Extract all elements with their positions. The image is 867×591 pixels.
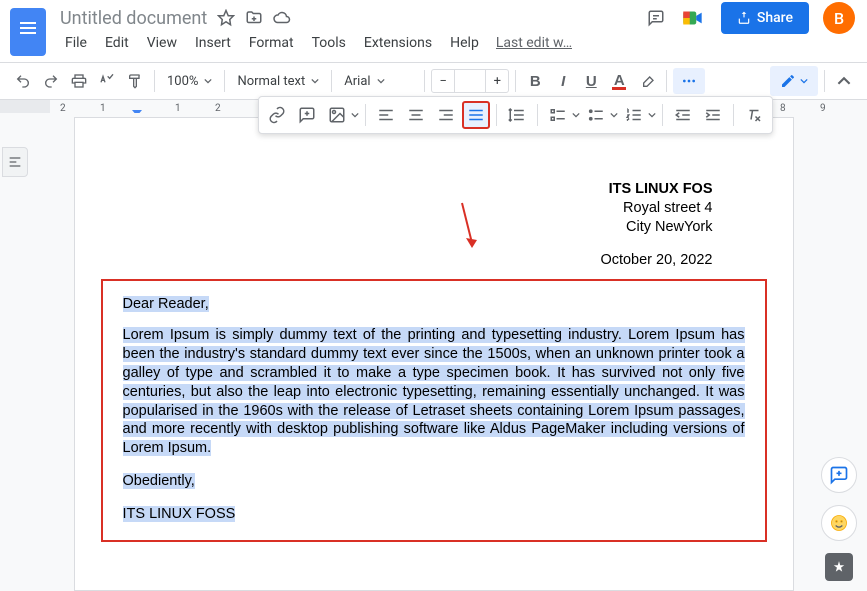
primary-toolbar: 100% Normal text Arial − + B I U A [0,62,867,100]
align-right-button[interactable] [432,101,460,129]
avatar[interactable]: B [823,2,855,34]
zoom-value: 100% [167,74,198,89]
document-page[interactable]: ITS LINUX FOS Royal street 4 City NewYor… [74,117,794,591]
zoom-dropdown[interactable]: 100% [161,68,218,94]
title-bar: Untitled document Share B [0,0,867,30]
align-left-button[interactable] [372,101,400,129]
outline-toggle[interactable] [2,147,28,177]
clear-formatting-button[interactable] [740,101,768,129]
menu-help[interactable]: Help [443,33,486,53]
canvas: ITS LINUX FOS Royal street 4 City NewYor… [0,113,867,591]
font-size-input[interactable] [454,69,486,93]
paint-format-button[interactable] [122,68,148,94]
menu-edit[interactable]: Edit [98,33,136,53]
comment-history-icon[interactable] [647,9,665,27]
redo-button[interactable] [38,68,64,94]
undo-button[interactable] [10,68,36,94]
increase-indent-button[interactable] [699,101,727,129]
floating-toolbar [258,96,773,134]
style-value: Normal text [237,74,305,89]
add-comment-side-button[interactable] [821,457,857,493]
font-size-group: − + [431,69,509,93]
print-button[interactable] [66,68,92,94]
signature: ITS LINUX FOSS [123,506,236,522]
share-button[interactable]: Share [721,2,809,34]
share-label: Share [757,10,793,26]
street: Royal street 4 [155,199,713,218]
date: October 20, 2022 [155,251,713,270]
menu-tools[interactable]: Tools [305,33,353,53]
decrease-indent-button[interactable] [669,101,697,129]
underline-button[interactable]: U [578,68,604,94]
font-dropdown[interactable]: Arial [338,68,418,94]
bullet-list-button[interactable] [582,101,618,129]
align-justify-button[interactable] [462,101,490,129]
hide-menus-button[interactable] [831,68,857,94]
meet-icon[interactable] [679,4,707,32]
font-size-increase[interactable]: + [486,69,508,93]
company-name: ITS LINUX FOS [155,180,713,199]
font-size-decrease[interactable]: − [432,69,454,93]
document-title[interactable]: Untitled document [60,8,207,29]
menu-file[interactable]: File [58,33,94,53]
align-center-button[interactable] [402,101,430,129]
add-comment-button[interactable] [293,101,321,129]
font-value: Arial [344,74,370,89]
city: City NewYork [155,218,713,237]
star-icon[interactable] [217,9,235,27]
greeting: Dear Reader, [123,296,209,312]
highlight-button[interactable] [634,68,660,94]
annotation-box: Dear Reader, Lorem Ipsum is simply dummy… [101,279,767,541]
explore-button[interactable] [825,553,853,581]
menu-insert[interactable]: Insert [188,33,238,53]
menu-view[interactable]: View [140,33,184,53]
numbered-list-button[interactable] [620,101,656,129]
more-button[interactable] [673,68,705,94]
insert-link-button[interactable] [263,101,291,129]
emoji-reaction-button[interactable] [821,505,857,541]
last-edit-link[interactable]: Last edit w… [496,35,572,51]
bold-button[interactable]: B [522,68,548,94]
text-color-button[interactable]: A [606,68,632,94]
closing: Obediently, [123,473,195,489]
cloud-icon[interactable] [273,9,291,27]
body-text: Lorem Ipsum is simply dummy text of the … [123,327,745,456]
italic-button[interactable]: I [550,68,576,94]
docs-logo[interactable] [10,8,46,56]
line-spacing-button[interactable] [503,101,531,129]
checklist-button[interactable] [544,101,580,129]
menu-extensions[interactable]: Extensions [357,33,439,53]
letterhead: ITS LINUX FOS Royal street 4 City NewYor… [155,180,713,269]
spellcheck-button[interactable] [94,68,120,94]
editing-mode-button[interactable] [770,66,818,96]
paragraph-style-dropdown[interactable]: Normal text [231,68,325,94]
menu-format[interactable]: Format [242,33,301,53]
side-tools [821,457,857,581]
insert-image-button[interactable] [323,101,359,129]
move-icon[interactable] [245,9,263,27]
